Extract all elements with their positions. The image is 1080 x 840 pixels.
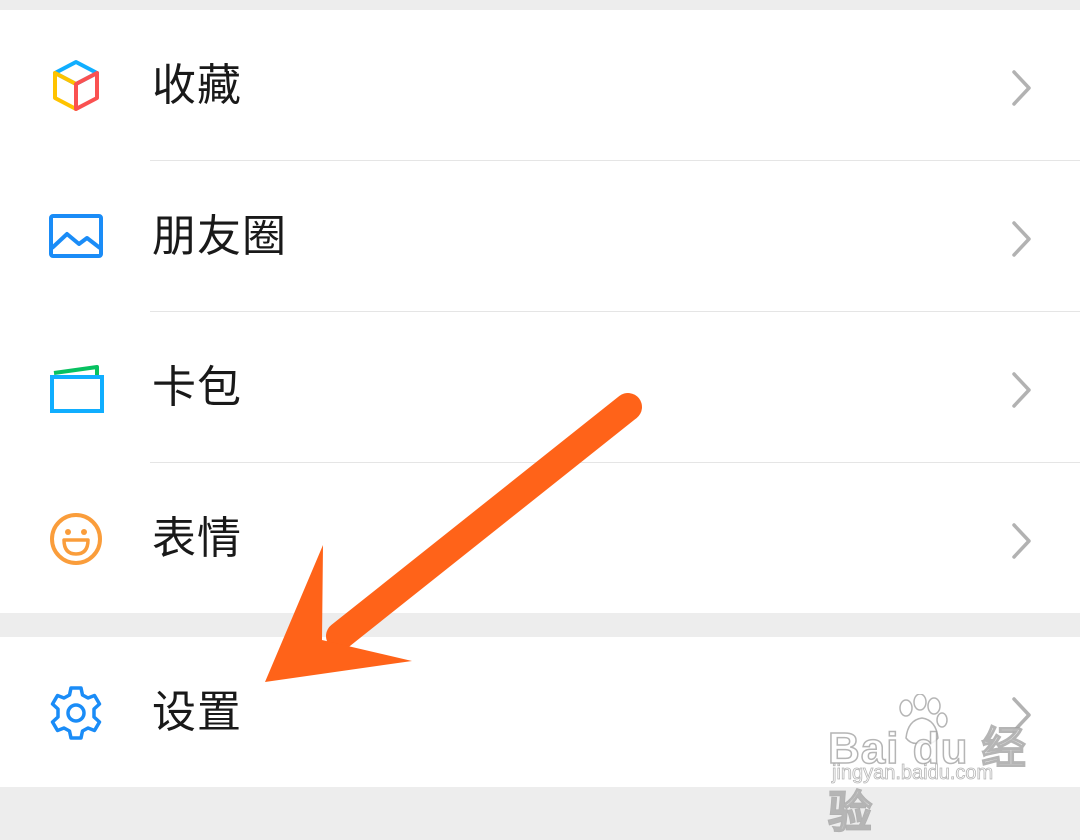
menu-group-main: 收藏 朋友圈 卡包 表情 [0, 10, 1080, 613]
menu-item-label: 收藏 [152, 60, 242, 111]
menu-item-favorites[interactable]: 收藏 [0, 10, 1080, 160]
chevron-right-icon [1012, 372, 1031, 408]
chevron-right-icon [1012, 70, 1031, 106]
moments-picture-icon [49, 214, 103, 258]
menu-item-stickers[interactable]: 表情 [0, 463, 1080, 613]
watermark-url: jingyan.baidu.com [832, 762, 994, 785]
menu-item-card-wallet[interactable]: 卡包 [0, 312, 1080, 462]
baidu-jingyan-watermark: Bai du 经验 jingyan.baidu.com [827, 690, 1028, 838]
menu-item-label: 卡包 [152, 362, 242, 413]
chevron-right-icon [1012, 221, 1031, 257]
menu-item-label: 设置 [152, 687, 242, 738]
menu-item-label: 表情 [152, 513, 242, 564]
menu-item-moments[interactable]: 朋友圈 [0, 161, 1080, 311]
favorites-cube-icon [53, 60, 99, 111]
gear-icon [50, 686, 102, 740]
card-wallet-icon [50, 365, 104, 413]
smiley-icon [50, 513, 102, 565]
chevron-right-icon [1012, 523, 1031, 559]
menu-item-label: 朋友圈 [152, 211, 287, 262]
